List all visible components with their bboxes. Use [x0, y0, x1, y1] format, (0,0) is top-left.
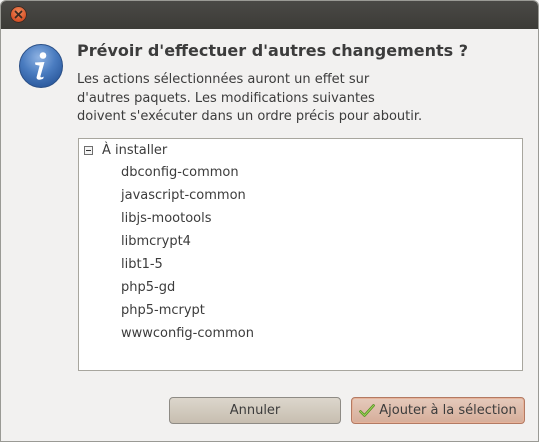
title-bar: [1, 1, 538, 29]
package-item[interactable]: libjs-mootools: [121, 211, 212, 226]
package-item[interactable]: javascript-common: [121, 188, 246, 203]
collapse-icon[interactable]: [84, 146, 93, 155]
dialog-heading: Prévoir d'effectuer d'autres changements…: [77, 41, 469, 60]
description-line: doivent s'exécuter dans un ordre précis …: [77, 109, 423, 124]
dialog-description: Les actions sélectionnées auront un effe…: [77, 71, 517, 127]
package-item[interactable]: php5-mcrypt: [121, 303, 205, 318]
add-to-selection-label: Ajouter à la sélection: [379, 403, 517, 418]
tree-group-label: À installer: [102, 143, 168, 158]
cancel-button[interactable]: Annuler: [169, 397, 341, 424]
close-icon: [14, 10, 23, 19]
package-item[interactable]: php5-gd: [121, 280, 175, 295]
package-item[interactable]: wwwconfig-common: [121, 326, 254, 341]
description-line: d'autres paquets. Les modifications suiv…: [77, 90, 375, 106]
tree-group-install[interactable]: À installer: [79, 141, 522, 161]
package-item[interactable]: dbconfig-common: [121, 165, 239, 180]
add-to-selection-button[interactable]: Ajouter à la sélection: [351, 397, 525, 424]
package-item[interactable]: libt1-5: [121, 257, 163, 272]
info-icon: [19, 44, 63, 88]
dialog-window: Prévoir d'effectuer d'autres changements…: [0, 0, 539, 442]
cancel-button-label: Annuler: [229, 403, 281, 418]
checkmark-icon: [359, 403, 376, 418]
description-line: Les actions sélectionnées auront un effe…: [77, 72, 370, 87]
close-button[interactable]: [10, 6, 27, 23]
package-item[interactable]: libmcrypt4: [121, 234, 191, 249]
package-tree[interactable]: À installer dbconfig-common javascript-c…: [78, 138, 523, 371]
